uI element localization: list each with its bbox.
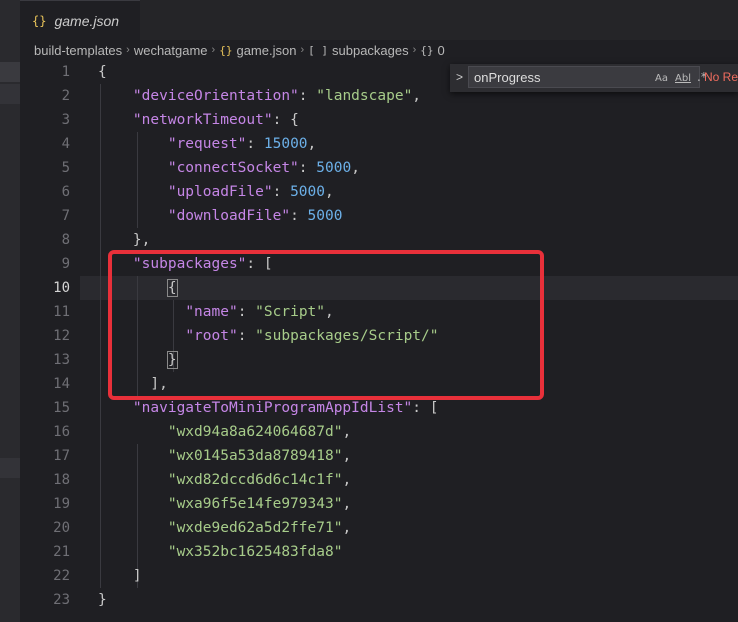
object-icon: {} xyxy=(420,43,434,57)
match-case-icon[interactable]: Aa xyxy=(655,73,668,84)
line-number: 12 xyxy=(53,328,70,344)
code-line: "request": 15000, xyxy=(167,136,317,152)
line-number: 14 xyxy=(53,376,70,392)
code-line: "uploadFile": 5000, xyxy=(167,184,334,200)
breadcrumb: build-templates › wechatgame › {} game.j… xyxy=(20,40,738,60)
breadcrumb-item[interactable]: 0 xyxy=(438,43,445,58)
chevron-right-icon: › xyxy=(300,44,305,56)
line-number: 5 xyxy=(61,160,70,176)
line-number: 19 xyxy=(53,496,70,512)
line-number: 23 xyxy=(53,592,70,608)
code-line: "wxa96f5e14fe979343", xyxy=(167,496,352,512)
code-line: "downloadFile": 5000 xyxy=(167,208,343,224)
line-number: 22 xyxy=(53,568,70,584)
code-line: "wx0145a53da8789418", xyxy=(167,448,352,464)
line-number-gutter: 1 2 3 4 5 6 7 8 9 10 11 12 13 14 15 16 1… xyxy=(20,60,80,622)
strip-marker xyxy=(0,458,20,478)
line-number: 20 xyxy=(53,520,70,536)
breadcrumb-item[interactable]: subpackages xyxy=(332,43,409,58)
find-input[interactable]: onProgress Aa Abl .* xyxy=(468,66,707,88)
code-line: } xyxy=(98,592,107,608)
toggle-replace-chevron-icon[interactable]: > xyxy=(456,70,463,84)
code-line: ] xyxy=(132,568,142,584)
line-number: 1 xyxy=(61,64,70,80)
chevron-right-icon: › xyxy=(211,44,216,56)
code-line: "wxde9ed62a5d2ffe71", xyxy=(167,520,352,536)
find-result-status: No Re xyxy=(704,70,738,84)
match-whole-word-icon[interactable]: Abl xyxy=(675,73,691,84)
line-number: 15 xyxy=(53,400,70,416)
line-number: 4 xyxy=(61,136,70,152)
breadcrumb-item[interactable]: game.json xyxy=(236,43,296,58)
annotation-highlight-box xyxy=(108,250,544,400)
tab-bar: {} game.json xyxy=(20,0,738,40)
code-line: "networkTimeout": { xyxy=(132,112,299,128)
tab-game-json[interactable]: {} game.json xyxy=(20,0,140,40)
code-line: "wxd82dccd6d6c14c1f", xyxy=(167,472,352,488)
line-number: 21 xyxy=(53,544,70,560)
code-line: { xyxy=(98,64,107,80)
find-input-value: onProgress xyxy=(474,70,541,85)
tab-label: game.json xyxy=(54,12,120,29)
line-number: 17 xyxy=(53,448,70,464)
line-number: 2 xyxy=(61,88,70,104)
line-number: 9 xyxy=(61,256,70,272)
line-number: 3 xyxy=(61,112,70,128)
activity-strip xyxy=(0,0,20,622)
chevron-right-icon: › xyxy=(126,44,130,56)
line-number: 13 xyxy=(53,352,70,368)
json-file-icon: {} xyxy=(32,13,47,28)
line-number: 18 xyxy=(53,472,70,488)
line-number: 16 xyxy=(53,424,70,440)
chevron-right-icon: › xyxy=(412,44,417,56)
json-file-icon: {} xyxy=(219,43,233,57)
breadcrumb-item[interactable]: wechatgame xyxy=(134,43,208,58)
line-number: 8 xyxy=(61,232,70,248)
code-line: }, xyxy=(132,232,151,248)
line-number: 11 xyxy=(53,304,70,320)
strip-marker xyxy=(0,84,20,104)
code-line: "wx352bc1625483fda8" xyxy=(167,544,343,560)
strip-marker xyxy=(0,62,20,82)
code-line: "wxd94a8a624064687d", xyxy=(167,424,352,440)
line-number: 7 xyxy=(61,208,70,224)
code-line: "deviceOrientation": "landscape", xyxy=(132,88,422,104)
code-line: "connectSocket": 5000, xyxy=(167,160,360,176)
array-icon: [ ] xyxy=(308,43,328,57)
find-widget: > onProgress Aa Abl .* No Re xyxy=(450,64,738,92)
line-number: 6 xyxy=(61,184,70,200)
breadcrumb-item[interactable]: build-templates xyxy=(34,43,122,58)
line-number-active: 10 xyxy=(53,280,70,296)
